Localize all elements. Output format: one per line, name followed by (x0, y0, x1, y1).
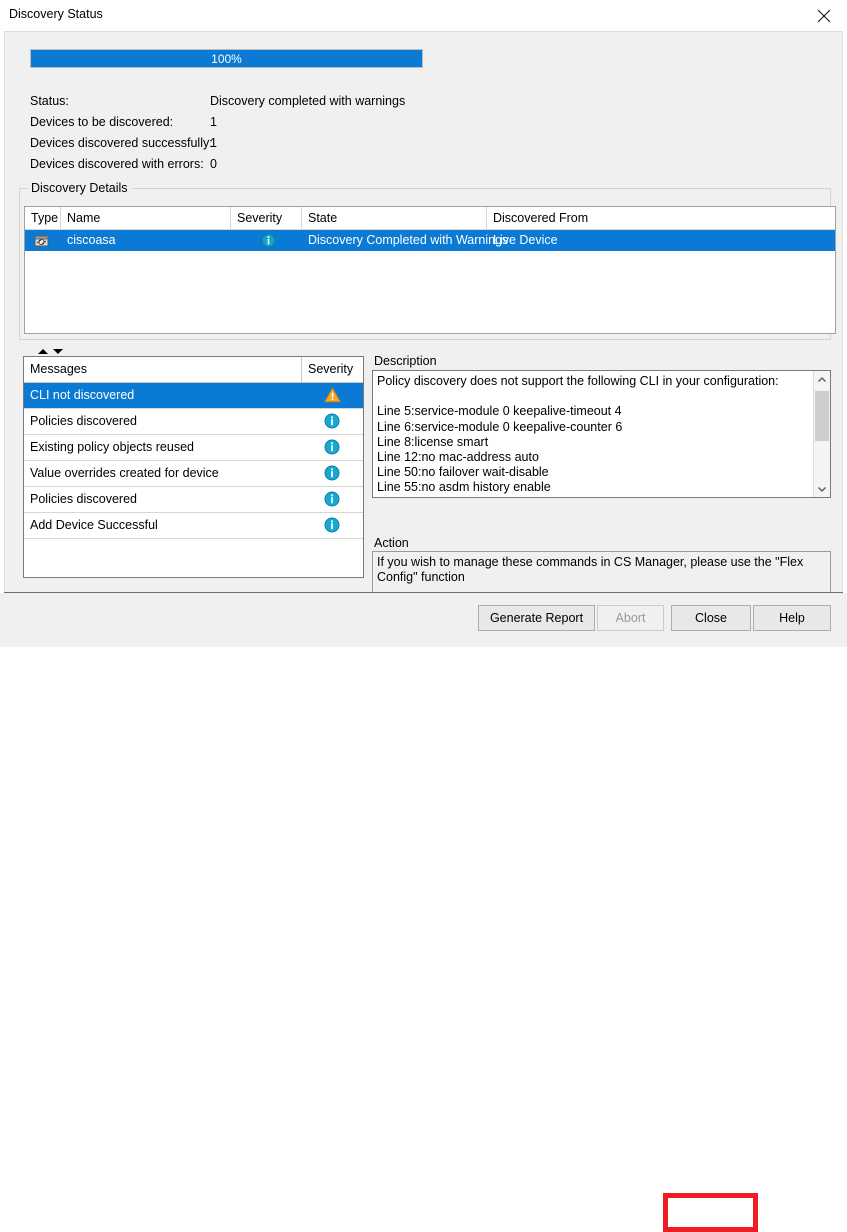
column-header-discovered-from[interactable]: Discovered From (487, 207, 835, 229)
message-label: CLI not discovered (30, 388, 135, 402)
triangle-down-icon[interactable] (53, 349, 63, 354)
summary-label-status: Status: (30, 94, 69, 108)
column-header-type[interactable]: Type (25, 207, 61, 229)
message-label: Policies discovered (30, 492, 137, 506)
cell-discovered-from: Live Device (493, 233, 558, 247)
summary-value-status: Discovery completed with warnings (210, 94, 406, 108)
discovery-details-legend: Discovery Details (27, 181, 132, 195)
window-title: Discovery Status (9, 7, 103, 21)
cell-name: ciscoasa (67, 233, 116, 247)
generate-report-button[interactable]: Generate Report (478, 605, 595, 631)
message-label: Add Device Successful (30, 518, 158, 532)
column-header-state[interactable]: State (302, 207, 487, 229)
window-titlebar: Discovery Status (0, 0, 847, 31)
summary-label-errors: Devices discovered with errors: (30, 157, 204, 171)
list-item[interactable]: Add Device Successful (24, 513, 363, 539)
annotation-highlight-rectangle (663, 1193, 758, 1232)
summary-value-to-discover: 1 (210, 115, 217, 129)
summary-label-successful: Devices discovered successfully: (30, 136, 213, 150)
action-legend: Action (374, 536, 409, 550)
warning-icon (324, 387, 341, 407)
description-panel: Policy discovery does not support the fo… (372, 370, 831, 498)
chevron-down-icon[interactable] (814, 480, 830, 497)
triangle-up-icon[interactable] (38, 349, 48, 354)
progress-percent-label: 100% (211, 52, 242, 66)
info-icon (324, 413, 340, 432)
column-header-message-severity[interactable]: Severity (302, 357, 363, 382)
dialog-button-bar: Generate Report Abort Close Help (0, 593, 847, 1232)
abort-button: Abort (597, 605, 664, 631)
cell-state: Discovery Completed with Warnings (308, 233, 509, 247)
messages-table: Messages Severity CLI not discovered Pol… (23, 356, 364, 578)
info-icon (324, 465, 340, 484)
action-text: If you wish to manage these commands in … (377, 555, 804, 585)
info-icon (324, 439, 340, 458)
list-item[interactable]: Policies discovered (24, 409, 363, 435)
column-header-severity[interactable]: Severity (231, 207, 302, 229)
info-icon (231, 230, 302, 251)
close-button[interactable]: Close (671, 605, 751, 631)
list-item[interactable]: Policies discovered (24, 487, 363, 513)
summary-value-successful: 1 (210, 136, 217, 150)
list-item[interactable]: Value overrides created for device (24, 461, 363, 487)
table-row[interactable]: ciscoasa Discovery Completed with Warnin… (25, 230, 835, 251)
summary-value-errors: 0 (210, 157, 217, 171)
column-header-name[interactable]: Name (61, 207, 231, 229)
discovery-details-table: Type Name Severity State Discovered From… (24, 206, 836, 334)
discovery-details-header-row: Type Name Severity State Discovered From (25, 207, 835, 230)
summary-label-to-discover: Devices to be discovered: (30, 115, 174, 129)
info-icon (324, 517, 340, 536)
discovery-progress-bar: 100% (30, 49, 423, 68)
message-label: Existing policy objects reused (30, 440, 194, 454)
help-button[interactable]: Help (753, 605, 831, 631)
device-firewall-icon (25, 230, 61, 251)
messages-header-row: Messages Severity (24, 357, 363, 383)
list-item[interactable]: Existing policy objects reused (24, 435, 363, 461)
close-x-icon[interactable] (801, 0, 847, 31)
list-item[interactable]: CLI not discovered (24, 383, 363, 409)
message-label: Value overrides created for device (30, 466, 219, 480)
scrollbar-thumb[interactable] (815, 391, 829, 441)
dialog-body: 100% Status: Discovery completed with wa… (4, 31, 843, 611)
description-text: Policy discovery does not support the fo… (377, 374, 779, 497)
chevron-up-icon[interactable] (814, 371, 830, 388)
description-legend: Description (374, 354, 437, 368)
column-header-messages[interactable]: Messages (24, 357, 302, 382)
message-label: Policies discovered (30, 414, 137, 428)
description-scrollbar[interactable] (813, 371, 830, 497)
info-icon (324, 491, 340, 510)
